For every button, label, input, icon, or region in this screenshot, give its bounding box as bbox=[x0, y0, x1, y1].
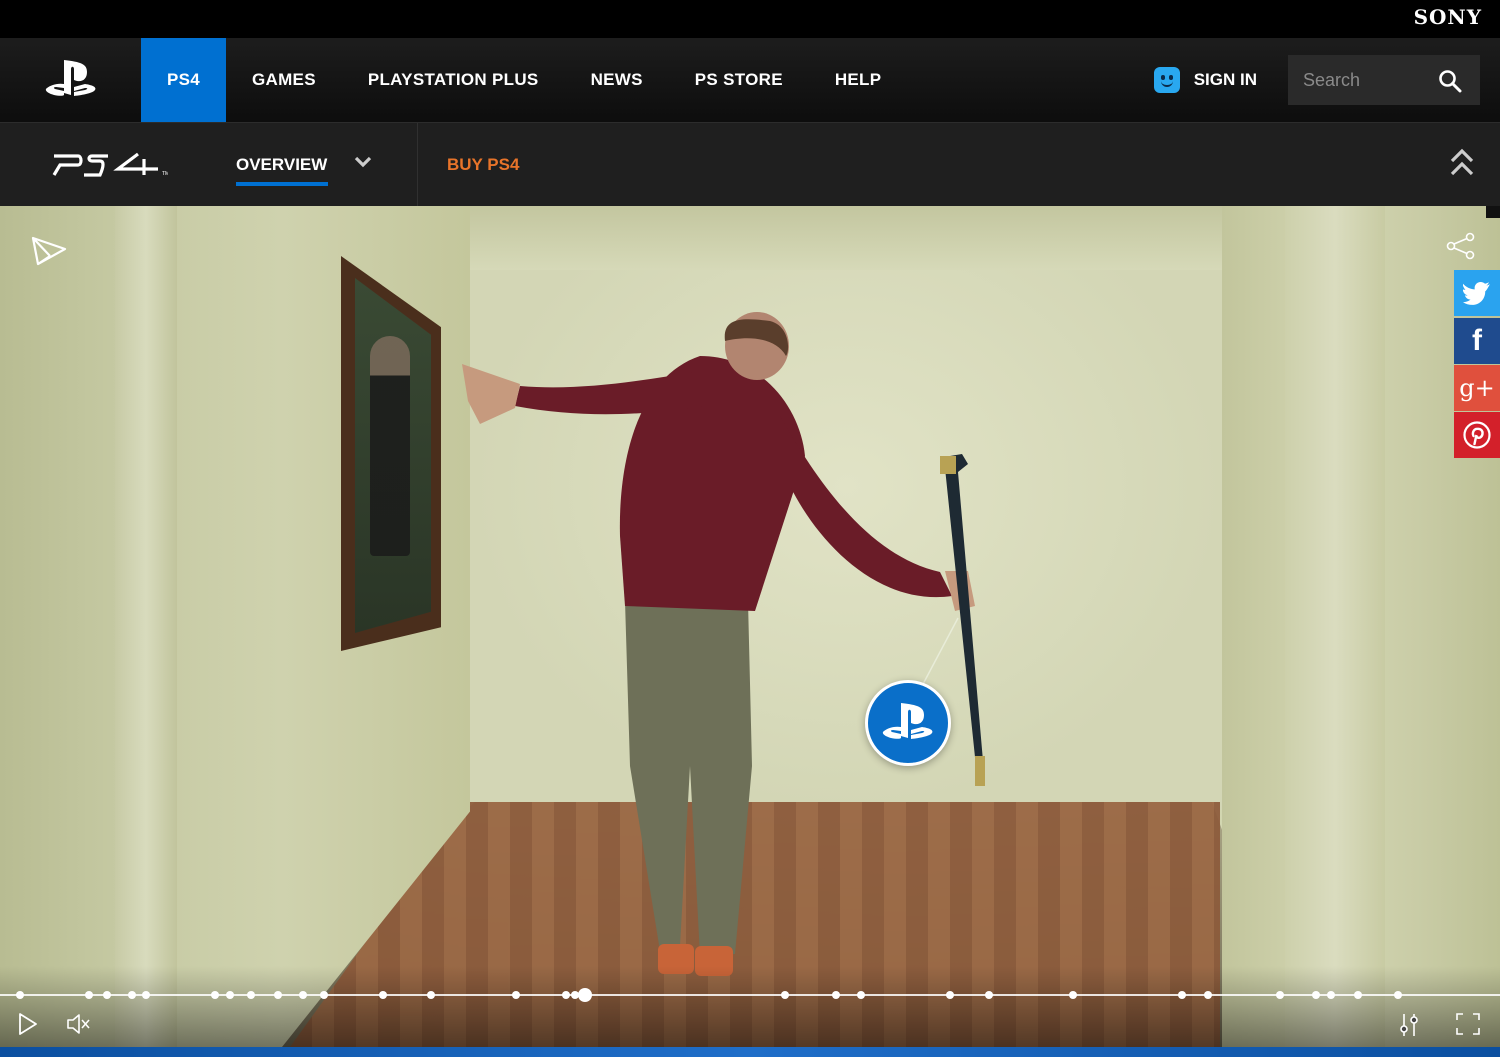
page-bottom-strip bbox=[0, 1047, 1500, 1057]
video-controls-shade bbox=[0, 966, 1500, 1047]
timeline-chapter-marker[interactable] bbox=[15, 991, 24, 999]
mute-icon[interactable] bbox=[66, 1012, 92, 1036]
timeline-chapter-marker[interactable] bbox=[1203, 991, 1212, 999]
timeline-chapter-marker[interactable] bbox=[1178, 991, 1186, 999]
sign-in-label: SIGN IN bbox=[1193, 70, 1257, 89]
timeline-chapter-marker[interactable] bbox=[426, 991, 435, 999]
nav-playstation-plus[interactable]: PLAYSTATION PLUS bbox=[342, 38, 565, 122]
main-nav: PS4 GAMES PLAYSTATION PLUS NEWS PS STORE… bbox=[0, 38, 1500, 122]
google-plus-share-button[interactable]: g+ bbox=[1454, 365, 1500, 411]
google-plus-icon: g+ bbox=[1459, 374, 1495, 402]
nav-ps-store[interactable]: PS STORE bbox=[669, 38, 809, 122]
timeline-chapter-marker[interactable] bbox=[141, 991, 150, 999]
timeline-chapter-marker[interactable] bbox=[1275, 991, 1284, 999]
nav-games[interactable]: GAMES bbox=[226, 38, 342, 122]
share-icon[interactable] bbox=[1446, 232, 1476, 260]
smiley-icon bbox=[1153, 67, 1180, 93]
nav-help[interactable]: HELP bbox=[809, 38, 908, 122]
twitter-share-button[interactable] bbox=[1454, 270, 1500, 316]
fullscreen-icon[interactable] bbox=[1455, 1012, 1481, 1036]
search-icon[interactable] bbox=[1438, 69, 1462, 93]
timeline-chapter-marker[interactable] bbox=[984, 991, 993, 999]
tab-active-indicator bbox=[236, 182, 328, 186]
timeline-chapter-marker[interactable] bbox=[780, 991, 789, 999]
timeline-chapter-marker[interactable] bbox=[102, 991, 111, 999]
video-scene-person bbox=[462, 312, 985, 976]
nav-ps4[interactable]: PS4 bbox=[141, 38, 226, 122]
hero-video[interactable]: f g+ bbox=[0, 206, 1500, 1047]
playstation-hotspot-badge[interactable] bbox=[865, 680, 951, 766]
timeline-chapter-marker[interactable] bbox=[857, 991, 865, 999]
svg-text:TM: TM bbox=[162, 171, 168, 177]
buy-ps4-link[interactable]: BUY PS4 bbox=[447, 155, 519, 175]
pinterest-icon bbox=[1463, 421, 1491, 449]
timeline-chapter-marker[interactable] bbox=[1311, 991, 1320, 999]
timeline-chapter-marker[interactable] bbox=[299, 991, 307, 999]
timeline-chapter-marker[interactable] bbox=[831, 991, 840, 999]
video-brand-icon[interactable] bbox=[30, 234, 68, 268]
twitter-icon bbox=[1463, 282, 1490, 305]
nav-news[interactable]: NEWS bbox=[565, 38, 669, 122]
play-icon[interactable] bbox=[18, 1012, 38, 1036]
facebook-share-button[interactable]: f bbox=[1454, 318, 1500, 364]
sony-logo[interactable]: SONY bbox=[1414, 5, 1482, 29]
timeline-chapter-marker[interactable] bbox=[1353, 991, 1362, 999]
timeline-chapter-marker[interactable] bbox=[128, 991, 136, 999]
sony-bar: SONY bbox=[0, 0, 1500, 38]
timeline-chapter-marker[interactable] bbox=[210, 991, 219, 999]
facebook-icon: f bbox=[1472, 324, 1482, 357]
tab-overview[interactable]: OVERVIEW bbox=[236, 155, 327, 175]
sign-in-link[interactable]: SIGN IN bbox=[1153, 38, 1288, 122]
timeline-chapter-marker[interactable] bbox=[225, 991, 234, 999]
timeline-chapter-marker[interactable] bbox=[1326, 991, 1335, 999]
playstation-home-link[interactable] bbox=[0, 38, 141, 122]
timeline-chapter-marker[interactable] bbox=[561, 991, 570, 999]
timeline-chapter-marker[interactable] bbox=[273, 991, 282, 999]
timeline-chapter-marker[interactable] bbox=[1394, 991, 1402, 999]
sliders-icon[interactable] bbox=[1398, 1012, 1420, 1038]
timeline-chapter-marker[interactable] bbox=[1068, 991, 1077, 999]
ps4-logo[interactable]: TM bbox=[52, 151, 168, 179]
pinterest-share-button[interactable] bbox=[1454, 412, 1500, 458]
timeline-chapter-marker[interactable] bbox=[320, 991, 328, 999]
timeline-chapter-marker[interactable] bbox=[378, 991, 387, 999]
search-input[interactable] bbox=[1288, 55, 1438, 105]
playstation-logo-icon bbox=[45, 60, 95, 96]
timeline-chapter-marker[interactable] bbox=[246, 991, 255, 999]
double-chevron-up-icon[interactable] bbox=[1450, 147, 1474, 179]
chevron-down-icon[interactable] bbox=[354, 155, 372, 169]
timeline-playhead[interactable] bbox=[578, 988, 592, 1002]
scrollbar-thumb[interactable] bbox=[1486, 206, 1500, 218]
search-box bbox=[1288, 55, 1480, 105]
playstation-logo-icon bbox=[882, 703, 933, 739]
timeline-chapter-marker[interactable] bbox=[945, 991, 954, 999]
timeline-chapter-marker[interactable] bbox=[84, 991, 93, 999]
subnav-divider bbox=[417, 123, 418, 207]
sub-nav: TM OVERVIEW BUY PS4 bbox=[0, 122, 1500, 207]
timeline-chapter-marker[interactable] bbox=[512, 991, 520, 999]
